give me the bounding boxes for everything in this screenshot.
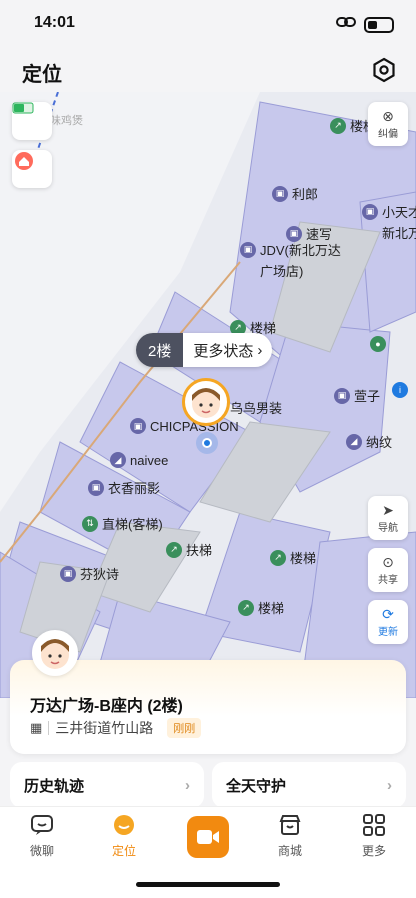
poi-niao-nanzhuang[interactable]: 乌鸟男装	[230, 398, 282, 417]
stairs-icon: ↗	[330, 117, 346, 134]
battery-green-icon	[12, 102, 34, 114]
store-icon	[279, 815, 301, 835]
chevron-right-icon: ›	[387, 776, 392, 794]
person-icon: ●	[370, 336, 386, 352]
navigation-arrow-icon: ➤	[382, 502, 394, 518]
shop-icon: ◢	[346, 433, 362, 450]
poi-xuanzi[interactable]: ▣ 萱子	[334, 386, 380, 405]
poi-naiwen[interactable]: ◢ 纳纹	[346, 432, 392, 451]
shop-icon: ▣	[88, 479, 104, 496]
chevron-right-icon: ›	[185, 776, 190, 794]
child-face-icon	[192, 388, 220, 418]
correct-icon: ⊗	[382, 108, 394, 124]
battery-icon	[364, 16, 394, 33]
location-subtitle: ▦ 三井街道竹山路 刚刚	[30, 718, 202, 738]
video-call-icon	[197, 830, 219, 844]
link-icon	[336, 15, 356, 34]
time-badge: 刚刚	[167, 718, 202, 738]
navigate-button[interactable]: ➤ 导航	[368, 496, 408, 540]
floor-label: 2楼	[136, 333, 184, 367]
tab-mall[interactable]: 商城	[260, 812, 320, 859]
status-icons	[336, 15, 394, 34]
chat-icon	[31, 815, 53, 835]
grid-icon	[363, 814, 385, 836]
address-text: 三井街道竹山路	[55, 720, 154, 736]
shop-icon: ▣	[272, 185, 288, 202]
card-avatar	[32, 630, 78, 676]
poi-jdv[interactable]: ▣ JDV(新北万达 广场店)	[240, 240, 341, 280]
poi-yixiang[interactable]: ▣ 衣香丽影	[88, 478, 160, 497]
tab-chat[interactable]: 微聊	[12, 812, 72, 859]
location-tab-icon	[114, 815, 134, 835]
floor-status-pill[interactable]: 2楼 更多状态 ›	[136, 333, 273, 367]
poi-futi[interactable]: ↗ 扶梯	[166, 540, 212, 559]
shop-icon: ▣	[334, 387, 350, 404]
shop-icon: ◢	[110, 452, 126, 468]
device-battery-button[interactable]	[12, 102, 52, 140]
location-title: 万达广场-B座内 (2楼)	[30, 698, 183, 715]
elevator-icon: ⇅	[82, 515, 98, 532]
home-indicator	[136, 882, 280, 887]
header	[0, 48, 416, 92]
all-day-guard-button[interactable]: 全天守护 ›	[212, 762, 406, 808]
share-button[interactable]: ⊙ 共享	[368, 548, 408, 592]
poi-lilang[interactable]: ▣ 利郎	[272, 184, 318, 203]
status-time: 14:01	[34, 14, 75, 31]
info-icon: i	[392, 382, 408, 398]
child-avatar-pin[interactable]	[182, 378, 230, 426]
address-icon: ▦	[30, 720, 43, 735]
elevator-marker: ●	[370, 336, 386, 352]
poi-zhiti[interactable]: ⇅ 直梯(客梯)	[82, 514, 163, 533]
poi-stairs-low2[interactable]: ↗ 楼梯	[238, 598, 284, 617]
poi-xiaotiancai[interactable]: ▣ 小天才 新北万	[362, 202, 416, 242]
stairs-icon: ↗	[238, 599, 254, 616]
correct-button[interactable]: ⊗ 纠偏	[368, 102, 408, 146]
history-track-button[interactable]: 历史轨迹 ›	[10, 762, 204, 808]
page-title: 定位	[22, 64, 62, 86]
escalator-icon: ↗	[166, 541, 182, 558]
poi-naivee[interactable]: ◢ naivee	[110, 452, 168, 468]
poi-faint: 味鸡煲	[50, 115, 83, 127]
tab-location[interactable]: 定位	[94, 812, 154, 859]
location-dot	[202, 438, 212, 448]
refresh-icon: ⟳	[382, 606, 394, 622]
home-location-button[interactable]	[12, 150, 52, 188]
info-marker: i	[392, 382, 408, 398]
stairs-icon: ↗	[270, 549, 286, 566]
chevron-right-icon: ›	[257, 341, 263, 359]
poi-fendishi[interactable]: ▣ 芬狄诗	[60, 564, 119, 583]
tab-more[interactable]: 更多	[344, 812, 404, 859]
home-pin-icon	[15, 152, 33, 170]
shop-icon: ▣	[362, 203, 378, 220]
poi-stairs-low[interactable]: ↗ 楼梯	[270, 548, 316, 567]
video-call-button[interactable]	[187, 816, 229, 858]
shop-icon: ▣	[60, 565, 76, 582]
shop-icon: ▣	[240, 241, 256, 258]
refresh-button[interactable]: ⟳ 更新	[368, 600, 408, 644]
child-face-icon	[41, 639, 69, 669]
more-status-button[interactable]: 更多状态 ›	[183, 333, 273, 367]
share-location-icon: ⊙	[382, 554, 394, 570]
settings-button[interactable]	[370, 56, 398, 84]
divider	[48, 721, 50, 735]
settings-icon	[373, 57, 395, 83]
shop-icon: ▣	[130, 418, 146, 434]
